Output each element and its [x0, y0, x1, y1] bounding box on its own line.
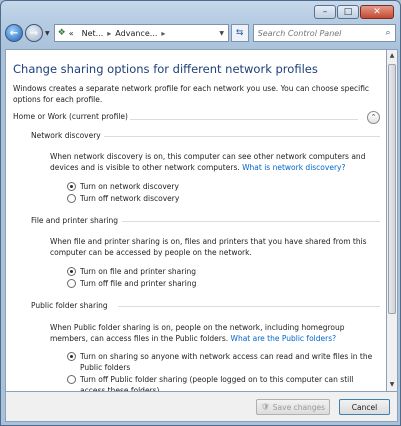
search-icon[interactable]: ⌕	[381, 28, 395, 38]
divider	[104, 136, 380, 137]
breadcrumb-separator-icon[interactable]: ▸	[107, 29, 111, 38]
scroll-thumb[interactable]	[388, 64, 396, 314]
cancel-button[interactable]: Cancel	[339, 399, 390, 415]
search-input[interactable]	[257, 28, 381, 38]
recent-pages-dropdown-icon[interactable]: ▼	[45, 30, 50, 37]
minimize-button[interactable]: –	[314, 5, 336, 19]
section-file-printer-heading: File and printer sharing	[31, 216, 119, 225]
network-discovery-description: When network discovery is on, this compu…	[50, 152, 366, 172]
control-panel-icon: ❖	[57, 28, 66, 38]
scroll-up-icon[interactable]: ▲	[387, 50, 397, 62]
section-network-discovery-heading: Network discovery	[31, 131, 101, 140]
divider	[130, 119, 358, 120]
radio-turn-on-public-folder-sharing[interactable]: Turn on sharing so anyone with network a…	[67, 351, 377, 373]
radio-turn-off-public-folder-sharing[interactable]: Turn off Public folder sharing (people l…	[67, 374, 377, 391]
uac-shield-icon: 🛡	[260, 403, 270, 411]
radio-selected-icon[interactable]	[67, 267, 76, 276]
radio-unselected-icon[interactable]	[67, 194, 76, 203]
search-box[interactable]: ⌕	[252, 24, 396, 42]
radio-selected-icon[interactable]	[67, 182, 76, 191]
divider	[118, 306, 380, 307]
radio-unselected-icon[interactable]	[67, 279, 76, 288]
breadcrumb-advanced[interactable]: Advance...	[115, 29, 157, 38]
public-folder-description: When Public folder sharing is on, people…	[50, 323, 345, 343]
radio-turn-on-network-discovery[interactable]: Turn on network discovery	[67, 181, 179, 192]
collapse-profile-icon[interactable]: ⌃	[367, 111, 380, 124]
page-description: Windows creates a separate network profi…	[13, 84, 370, 104]
public-folders-help-link[interactable]: What are the Public folders?	[231, 334, 337, 343]
radio-turn-off-network-discovery[interactable]: Turn off network discovery	[67, 193, 179, 204]
radio-selected-icon[interactable]	[67, 352, 76, 361]
scroll-down-icon[interactable]: ▼	[387, 379, 397, 391]
forward-button[interactable]: →	[25, 24, 43, 42]
file-printer-description: When file and printer sharing is on, fil…	[50, 237, 367, 257]
network-discovery-help-link[interactable]: What is network discovery?	[242, 163, 345, 172]
radio-unselected-icon[interactable]	[67, 375, 76, 384]
maximize-button[interactable]: □	[337, 5, 359, 19]
control-panel-window: – □ ✕ ← → ▼ ❖ « Net... ▸ Advance... ▸ ▼ …	[0, 0, 401, 426]
divider	[122, 221, 380, 222]
button-bar: 🛡 Save changes Cancel	[5, 392, 398, 422]
close-button[interactable]: ✕	[360, 5, 394, 19]
refresh-button[interactable]: ⇆	[230, 24, 249, 42]
radio-turn-off-file-printer-sharing[interactable]: Turn off file and printer sharing	[67, 278, 196, 289]
section-public-folder-heading: Public folder sharing	[31, 301, 108, 310]
refresh-icon: ⇆	[235, 28, 244, 38]
address-bar: ← → ▼ ❖ « Net... ▸ Advance... ▸ ▼ ⇆ ⌕	[5, 23, 396, 43]
save-changes-button[interactable]: 🛡 Save changes	[256, 399, 330, 415]
caption-buttons: – □ ✕	[313, 5, 394, 19]
vertical-scrollbar[interactable]: ▲ ▼	[387, 49, 398, 392]
breadcrumb-network[interactable]: Net...	[82, 29, 104, 38]
page-title: Change sharing options for different net…	[13, 62, 318, 76]
radio-turn-on-file-printer-sharing[interactable]: Turn on file and printer sharing	[67, 266, 196, 277]
address-field[interactable]: ❖ « Net... ▸ Advance... ▸ ▼	[53, 24, 229, 42]
back-button[interactable]: ←	[5, 24, 23, 42]
profile-heading: Home or Work (current profile)	[13, 112, 128, 121]
address-dropdown-icon[interactable]: ▼	[216, 30, 228, 37]
settings-content: Change sharing options for different net…	[5, 49, 387, 392]
breadcrumb-overflow[interactable]: «	[69, 29, 74, 38]
navigation-buttons: ← → ▼	[5, 24, 50, 42]
breadcrumb-separator-icon[interactable]: ▸	[161, 29, 165, 38]
